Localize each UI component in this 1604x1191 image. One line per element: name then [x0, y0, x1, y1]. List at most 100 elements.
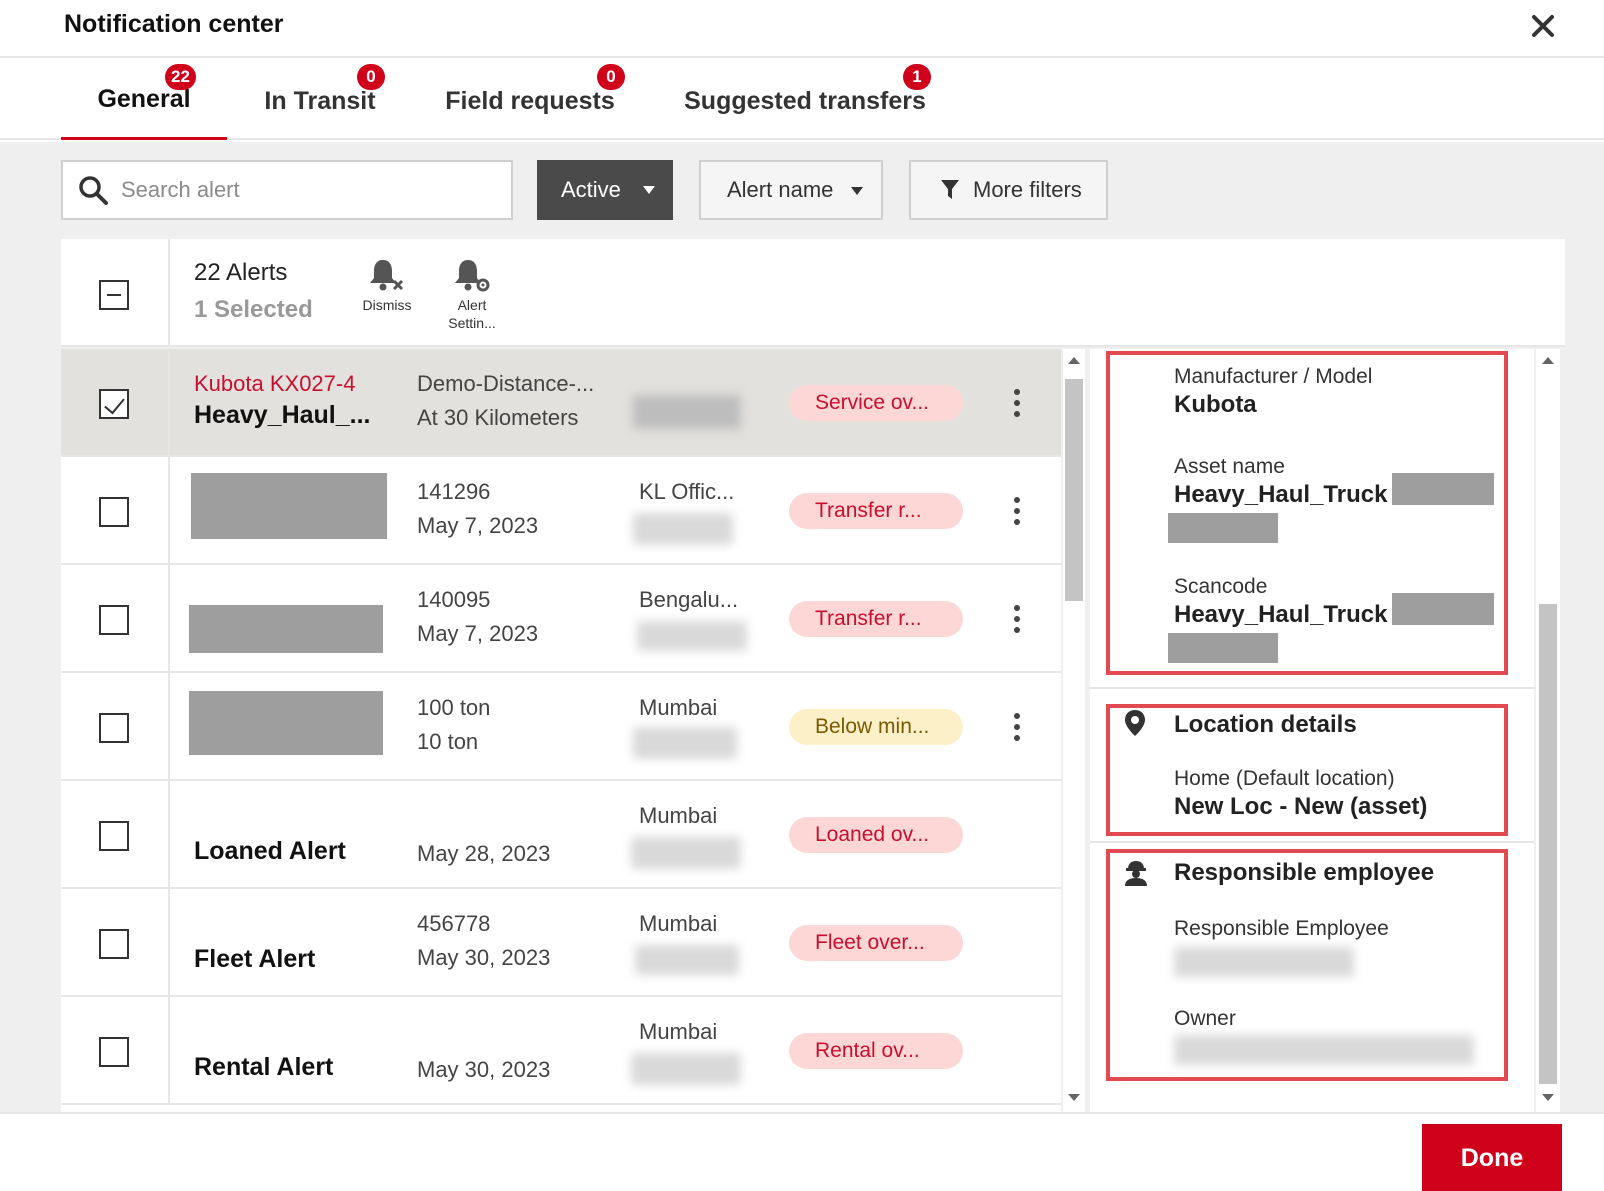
row-checkbox[interactable]: [99, 389, 129, 419]
more-options-icon[interactable]: [1005, 493, 1029, 529]
location-name: Bengalu...: [639, 587, 739, 612]
manufacturer-value: Kubota: [1174, 391, 1257, 418]
tab-badge: 1: [903, 64, 931, 90]
row-checkbox[interactable]: [99, 821, 129, 851]
alert-list: Kubota KX027-4 Heavy_Haul_... Demo-Dista…: [61, 349, 1061, 1112]
selected-count: 1 Selected: [194, 296, 313, 323]
more-options-icon[interactable]: [1005, 385, 1029, 421]
more-options-icon[interactable]: [1005, 709, 1029, 745]
row-checkbox[interactable]: [99, 497, 129, 527]
alert-row[interactable]: Fleet Alert 456778 May 30, 2023 Mumbai F…: [61, 889, 1061, 997]
alerts-count: 22 Alerts: [194, 259, 288, 286]
chevron-down-icon: [851, 187, 863, 195]
alert-row[interactable]: 100 ton 10 ton Mumbai Below min...: [61, 673, 1061, 781]
status-filter-dropdown[interactable]: Active: [537, 160, 673, 220]
column-divider: [168, 349, 170, 457]
alert-threshold: 100 ton: [417, 695, 491, 720]
status-badge: Transfer r...: [789, 601, 963, 637]
more-filters-label: More filters: [973, 177, 1082, 202]
tab-badge: 22: [165, 64, 196, 90]
asset-name-label: Asset name: [1174, 455, 1285, 478]
tab-general[interactable]: General 22: [61, 60, 227, 140]
alert-row[interactable]: Loaned Alert May 28, 2023 Mumbai Loaned …: [61, 781, 1061, 889]
more-filters-button[interactable]: More filters: [909, 160, 1108, 220]
row-checkbox[interactable]: [99, 713, 129, 743]
alert-row[interactable]: 140095 May 7, 2023 Bengalu... Transfer r…: [61, 565, 1061, 673]
alert-settings-button[interactable]: Alert Settin...: [437, 257, 507, 332]
redacted-asset-image: [191, 473, 387, 539]
blurred-location: [635, 945, 739, 975]
asset-name-value: Heavy_Haul_Truck: [1174, 481, 1388, 508]
alert-name-dropdown[interactable]: Alert name: [699, 160, 883, 220]
worker-icon: [1125, 861, 1147, 886]
notification-body: Active Alert name More filters 22 Alerts…: [0, 142, 1604, 1112]
alert-date: May 28, 2023: [417, 841, 551, 866]
alert-row[interactable]: Rental Alert May 30, 2023 Mumbai Rental …: [61, 997, 1061, 1105]
blurred-location: [633, 727, 737, 759]
search-input[interactable]: [121, 177, 501, 203]
alert-name: Loaned Alert: [194, 837, 346, 865]
redacted-asset-name: [1168, 513, 1278, 543]
status-badge: Below min...: [789, 709, 963, 745]
location-name: Mumbai: [639, 803, 718, 828]
tab-in-transit[interactable]: In Transit 0: [255, 60, 385, 140]
column-divider: [168, 889, 170, 997]
responsible-employee-label: Responsible Employee: [1174, 917, 1389, 940]
chevron-down-icon: [643, 186, 655, 194]
row-checkbox[interactable]: [99, 1037, 129, 1067]
tab-label: In Transit: [264, 86, 376, 115]
status-badge: Loaned ov...: [789, 817, 963, 853]
alert-row[interactable]: 141296 May 7, 2023 KL Offic... Transfer …: [61, 457, 1061, 565]
alert-detail-panel: Manufacturer / Model Kubota Asset name H…: [1090, 349, 1534, 1112]
scroll-up-icon[interactable]: [1542, 357, 1554, 364]
scroll-down-icon[interactable]: [1542, 1094, 1554, 1101]
alert-value: 140095: [417, 587, 491, 612]
scancode-label: Scancode: [1174, 575, 1268, 598]
scroll-thumb[interactable]: [1065, 379, 1083, 601]
tab-suggested-transfers[interactable]: Suggested transfers 1: [683, 60, 931, 140]
detail-scrollbar[interactable]: [1536, 349, 1560, 1112]
tab-label: Suggested transfers: [684, 86, 926, 115]
scroll-thumb[interactable]: [1539, 604, 1557, 1084]
column-divider: [168, 565, 170, 673]
scroll-down-icon[interactable]: [1068, 1094, 1080, 1101]
dialog-title: Notification center: [64, 10, 284, 38]
close-icon[interactable]: [1525, 8, 1561, 44]
status-badge: Service ov...: [789, 385, 963, 421]
more-options-icon[interactable]: [1005, 601, 1029, 637]
column-divider: [168, 781, 170, 889]
location-pin-icon: [1125, 710, 1145, 736]
row-checkbox[interactable]: [99, 929, 129, 959]
select-all-checkbox[interactable]: [99, 280, 129, 310]
blurred-employee-name: [1174, 947, 1354, 977]
alert-name-label: Alert name: [727, 177, 834, 202]
blurred-location: [633, 395, 741, 429]
asset-name: Heavy_Haul_...: [194, 401, 371, 429]
dismiss-button[interactable]: Dismiss: [339, 257, 435, 314]
scancode-value: Heavy_Haul_Truck: [1174, 601, 1388, 628]
status-badge: Fleet over...: [789, 925, 963, 961]
blurred-location: [631, 1053, 741, 1085]
owner-label: Owner: [1174, 1007, 1236, 1030]
alert-date: May 30, 2023: [417, 945, 551, 970]
alert-detail: At 30 Kilometers: [417, 405, 579, 430]
tab-badge: 0: [597, 64, 625, 90]
dialog-header: Notification center: [0, 0, 1604, 58]
scroll-up-icon[interactable]: [1068, 357, 1080, 364]
list-scrollbar[interactable]: [1063, 349, 1085, 1112]
blurred-location: [637, 621, 747, 651]
location-name: Mumbai: [639, 695, 718, 720]
blurred-location: [633, 513, 733, 545]
section-divider: [1090, 841, 1534, 843]
location-value: New Loc - New (asset): [1174, 793, 1428, 820]
done-button[interactable]: Done: [1422, 1124, 1562, 1191]
alerts-toolbar: 22 Alerts 1 Selected Dismiss Alert Setti…: [61, 239, 1565, 347]
alert-date: May 30, 2023: [417, 1057, 551, 1082]
dialog-footer: Done: [0, 1112, 1604, 1191]
redacted-scancode: [1168, 633, 1278, 663]
alert-row[interactable]: Kubota KX027-4 Heavy_Haul_... Demo-Dista…: [61, 349, 1061, 457]
row-checkbox[interactable]: [99, 605, 129, 635]
redacted-scancode: [1392, 593, 1494, 625]
tab-field-requests[interactable]: Field requests 0: [445, 60, 625, 140]
alert-settings-label: Alert Settin...: [448, 297, 496, 331]
